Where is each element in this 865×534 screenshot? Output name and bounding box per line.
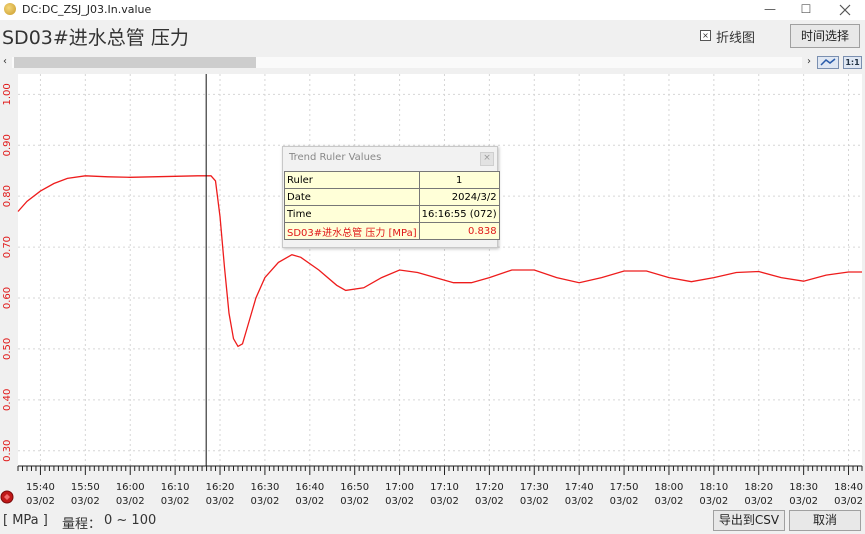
app-icon — [4, 3, 16, 15]
ruler-row: SD03#进水总管 压力 [MPa] 0.838 — [284, 222, 500, 240]
x-tick-label-time: 15:40 — [26, 482, 55, 493]
ruler-close-button[interactable]: × — [480, 152, 494, 166]
ruler-popup-title: Trend Ruler Values — [289, 152, 382, 163]
ruler-row-value: 2024/3/2 — [418, 188, 500, 206]
x-tick-label-date: 03/02 — [744, 496, 773, 507]
scroll-track[interactable] — [12, 57, 802, 68]
y-tick-label: 0.70 — [2, 236, 13, 258]
x-tick-label-time: 17:40 — [565, 482, 594, 493]
x-tick-label-time: 17:00 — [385, 482, 414, 493]
trend-chart[interactable]: 0.30 0.40 0.50 0.60 0.70 0.80 0.90 1.00 15:40 03/… — [0, 72, 865, 507]
range-label: 量程： — [62, 517, 102, 532]
x-tick-label-time: 17:10 — [430, 482, 459, 493]
x-tick-label-time: 16:00 — [116, 482, 145, 493]
x-tick-label-date: 03/02 — [26, 496, 55, 507]
status-bar: [ MPa ] 量程： 0 ~ 100 导出到CSV 取消 — [0, 507, 865, 534]
title-bar: DC:DC_ZSJ_J03.In.value — ☐ — [0, 0, 865, 20]
y-tick-label: 0.50 — [2, 338, 13, 360]
y-tick-label: 0.40 — [2, 389, 13, 411]
zoom-icon — [820, 58, 836, 66]
x-tick-label-date: 03/02 — [116, 496, 145, 507]
window-title: DC:DC_ZSJ_J03.In.value — [22, 3, 152, 16]
ruler-row-label: Time — [284, 205, 420, 223]
scroll-right-icon[interactable]: › — [807, 56, 811, 67]
x-tick-label-date: 03/02 — [161, 496, 190, 507]
x-tick-label-time: 16:20 — [206, 482, 235, 493]
y-tick-label: 0.90 — [2, 134, 13, 156]
y-tick-label: 0.60 — [2, 287, 13, 309]
x-tick-label-time: 18:20 — [744, 482, 773, 493]
range-value: 0 ~ 100 — [104, 513, 157, 528]
x-tick-label-time: 15:50 — [71, 482, 100, 493]
toolbar: SD03#进水总管 压力 × 折线图 时间选择 — [0, 20, 865, 54]
y-tick-label: 0.30 — [2, 440, 13, 462]
x-tick-label-date: 03/02 — [71, 496, 100, 507]
ruler-row-label: Ruler — [284, 171, 420, 189]
ruler-row: Ruler 1 — [284, 171, 500, 189]
x-tick-label-date: 03/02 — [295, 496, 324, 507]
x-tick-label-date: 03/02 — [834, 496, 863, 507]
y-tick-label: 0.80 — [2, 185, 13, 207]
time-select-button[interactable]: 时间选择 — [790, 24, 860, 48]
x-tick-label-date: 03/02 — [520, 496, 549, 507]
ruler-row-value: 0.838 — [418, 222, 500, 240]
y-tick-label: 1.00 — [2, 83, 13, 105]
x-tick-label-date: 03/02 — [385, 496, 414, 507]
line-chart-checkbox[interactable]: × — [700, 30, 711, 41]
minimize-button[interactable]: — — [755, 0, 785, 20]
ruler-row: Time 16:16:55 (072) — [284, 205, 500, 223]
ruler-row: Date 2024/3/2 — [284, 188, 500, 206]
x-tick-label-date: 03/02 — [475, 496, 504, 507]
unit-label: [ MPa ] — [3, 513, 48, 528]
horizontal-scrollbar[interactable]: ‹ › 1:1 — [0, 55, 865, 71]
x-tick-label-date: 03/02 — [699, 496, 728, 507]
ruler-row-label: SD03#进水总管 压力 [MPa] — [284, 222, 420, 240]
zoom-fit-button[interactable] — [817, 56, 839, 69]
x-tick-label-time: 16:50 — [340, 482, 369, 493]
x-tick-label-time: 17:20 — [475, 482, 504, 493]
scroll-thumb[interactable] — [14, 57, 256, 68]
x-tick-label-time: 16:40 — [295, 482, 324, 493]
x-tick-label-time: 17:50 — [610, 482, 639, 493]
page-title: SD03#进水总管 压力 — [2, 27, 189, 49]
x-tick-label-date: 03/02 — [655, 496, 684, 507]
x-tick-label-date: 03/02 — [251, 496, 280, 507]
ruler-values-table: Ruler 1 Date 2024/3/2 Time 16:16:55 (072) S… — [284, 171, 500, 240]
x-tick-label-date: 03/02 — [206, 496, 235, 507]
line-chart-label: 折线图 — [716, 31, 756, 46]
plot-area — [18, 74, 862, 466]
x-tick-label-time: 16:10 — [161, 482, 190, 493]
maximize-button[interactable]: ☐ — [791, 0, 821, 20]
x-tick-label-date: 03/02 — [789, 496, 818, 507]
trend-ruler-popup: Trend Ruler Values × Ruler 1 Date 2024/3/2… — [282, 146, 500, 248]
x-tick-label-time: 18:10 — [699, 482, 728, 493]
x-tick-label-date: 03/02 — [340, 496, 369, 507]
x-tick-label-time: 17:30 — [520, 482, 549, 493]
export-csv-button[interactable]: 导出到CSV — [713, 510, 785, 531]
cancel-button[interactable]: 取消 — [789, 510, 861, 531]
x-tick-label-date: 03/02 — [610, 496, 639, 507]
scroll-left-icon[interactable]: ‹ — [3, 56, 7, 67]
x-tick-label-time: 16:30 — [251, 482, 280, 493]
x-tick-label-date: 03/02 — [565, 496, 594, 507]
ruler-row-value: 1 — [418, 171, 500, 189]
ruler-row-label: Date — [284, 188, 420, 206]
x-tick-label-time: 18:00 — [655, 482, 684, 493]
close-window-button[interactable] — [830, 0, 860, 20]
close-icon — [839, 4, 851, 16]
zoom-reset-button[interactable]: 1:1 — [843, 56, 862, 69]
x-tick-label-time: 18:40 — [834, 482, 863, 493]
x-tick-label-time: 18:30 — [789, 482, 818, 493]
ruler-row-value: 16:16:55 (072) — [418, 205, 500, 223]
x-tick-label-date: 03/02 — [430, 496, 459, 507]
